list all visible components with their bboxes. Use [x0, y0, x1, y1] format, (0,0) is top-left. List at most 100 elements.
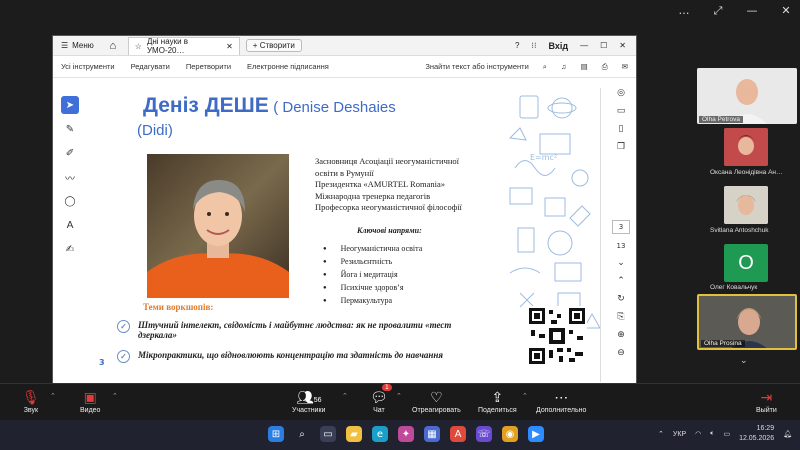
- save-icon[interactable]: ▤: [581, 62, 588, 71]
- home-icon[interactable]: ⌂: [102, 40, 124, 52]
- participant-name: Svitlana Antoshchuk: [710, 227, 769, 234]
- apps-icon[interactable]: ⁝⁝: [531, 41, 536, 50]
- email-icon[interactable]: ✉: [622, 62, 628, 71]
- participant-tile[interactable]: [724, 186, 768, 224]
- workshop-item-1: ✓ Штучний інтелект, свідомість і майбутн…: [117, 320, 467, 340]
- react-button[interactable]: ♡ Отреагировать: [412, 387, 461, 414]
- convert-menu[interactable]: Перетворити: [186, 62, 231, 71]
- minimize-icon[interactable]: —: [746, 4, 758, 18]
- meeting-window-controls: … ⤢ — ✕: [678, 4, 792, 18]
- close-icon[interactable]: ✕: [780, 4, 792, 18]
- start-windows-icon[interactable]: ⊞: [268, 426, 284, 442]
- slide-page: E=mc² √2 Деніз ДЕШЕ ( Denise Deshaies (D…: [87, 88, 601, 382]
- participant-name: Olha Prosina: [701, 340, 745, 347]
- all-tools-menu[interactable]: Усі інструменти: [61, 62, 115, 71]
- share-label: Поделиться: [478, 407, 517, 414]
- participants-label: Участники: [292, 407, 326, 414]
- tray-expand-icon[interactable]: ⌃: [658, 430, 664, 438]
- current-page-field[interactable]: 3: [612, 220, 630, 234]
- leave-button[interactable]: ⇥ Выйти: [756, 387, 777, 414]
- acrobat-icon[interactable]: A: [450, 426, 466, 442]
- select-cursor-icon[interactable]: ➤: [61, 96, 79, 114]
- restore-icon[interactable]: ⤢: [712, 4, 724, 18]
- direction-item: Психічне здоров’я: [323, 281, 422, 294]
- find-text-field[interactable]: Знайти текст або інструменти: [425, 62, 528, 71]
- participant-avatar: [724, 186, 768, 224]
- battery-icon[interactable]: ▭: [723, 430, 730, 438]
- participant-avatar: [724, 128, 768, 166]
- pdf-titlebar: ☰ Меню ⌂ ☆ Дні науки в УМО-20… ✕ + Створ…: [53, 36, 636, 56]
- tab-title: Дні науки в УМО-20…: [146, 37, 189, 55]
- speaker-photo: [147, 154, 289, 298]
- task-view-icon[interactable]: ▭: [320, 426, 336, 442]
- volume-icon[interactable]: 🔈︎: [710, 430, 714, 438]
- share-options-icon[interactable]: ⌃: [522, 392, 528, 400]
- search-icon[interactable]: ⌕: [294, 426, 310, 442]
- workshop-text: Штучний інтелект, свідомість і майбутнє …: [138, 320, 452, 340]
- window-close-icon[interactable]: ✕: [619, 41, 626, 50]
- new-tab-button[interactable]: + Створити: [245, 39, 302, 52]
- comment-icon[interactable]: ✎: [61, 120, 79, 138]
- edge-browser-icon[interactable]: e: [372, 426, 388, 442]
- text-box-icon[interactable]: A: [61, 216, 79, 234]
- viber-icon[interactable]: ☏: [476, 426, 492, 442]
- rotate-icon[interactable]: ↻: [617, 294, 625, 304]
- clock[interactable]: 16:29 12.05.2026: [739, 424, 774, 444]
- store-icon[interactable]: ▦: [424, 426, 440, 442]
- page-down-icon[interactable]: ⌄: [617, 258, 625, 268]
- highlight-icon[interactable]: ✐: [61, 144, 79, 162]
- copilot-icon[interactable]: ✦: [398, 426, 414, 442]
- key-directions-list: Неогуманістична освіта Резильєнтність Йо…: [323, 242, 423, 307]
- zoom-in-icon[interactable]: ⊕: [617, 330, 625, 340]
- lasso-icon[interactable]: ◯: [61, 192, 79, 210]
- star-icon[interactable]: ☆: [135, 42, 142, 51]
- language-indicator[interactable]: УКР: [673, 431, 686, 438]
- file-explorer-icon[interactable]: ▰: [346, 426, 362, 442]
- participants-options-icon[interactable]: ⌃: [342, 392, 348, 400]
- scroll-down-icon[interactable]: ⌄: [740, 356, 748, 366]
- print-icon[interactable]: ⎙: [602, 62, 608, 72]
- ai-assistant-icon[interactable]: ◎: [617, 88, 625, 98]
- wifi-icon[interactable]: ◠: [695, 430, 701, 438]
- help-icon[interactable]: ?: [515, 41, 519, 50]
- share-button[interactable]: ⇪ Поделиться: [478, 387, 517, 414]
- video-button[interactable]: ▣ Видео: [80, 387, 100, 414]
- document-tab[interactable]: ☆ Дні науки в УМО-20… ✕: [127, 36, 240, 55]
- audio-options-icon[interactable]: ⌃: [50, 392, 56, 400]
- chat-button[interactable]: 💬︎ Чат: [370, 387, 388, 414]
- page-up-icon[interactable]: ⌃: [617, 276, 625, 286]
- video-options-icon[interactable]: ⌃: [112, 392, 118, 400]
- tab-close-icon[interactable]: ✕: [226, 42, 233, 51]
- hamburger-icon: ☰: [61, 41, 69, 50]
- window-minimize-icon[interactable]: —: [580, 41, 588, 50]
- audio-button[interactable]: 🎙︎ Звук: [22, 387, 40, 414]
- bookmark-icon[interactable]: ▯: [619, 124, 624, 134]
- comments-panel-icon[interactable]: ▭: [617, 106, 626, 116]
- zoom-out-icon[interactable]: ⊖: [617, 348, 625, 358]
- participant-tile-featured-active[interactable]: Olha Prosina: [697, 294, 797, 350]
- draw-icon[interactable]: 〰: [61, 168, 79, 186]
- react-label: Отреагировать: [412, 407, 461, 414]
- read-aloud-icon[interactable]: ♫: [561, 62, 567, 71]
- participant-tile[interactable]: [724, 128, 768, 166]
- participant-tile-featured[interactable]: Olha Petrova: [697, 68, 797, 124]
- search-icon[interactable]: ⌕: [543, 62, 547, 72]
- check-circle-icon: ✓: [117, 350, 130, 363]
- pages-icon[interactable]: ❐: [617, 142, 625, 152]
- esign-menu[interactable]: Електронне підписання: [247, 62, 329, 71]
- signin-button[interactable]: Вхід: [549, 41, 569, 51]
- participants-button[interactable]: 👥︎56 Участники: [292, 387, 325, 414]
- chrome-icon[interactable]: ◉: [502, 426, 518, 442]
- sign-icon[interactable]: ✍: [61, 240, 79, 258]
- zoom-app-icon[interactable]: ▶: [528, 426, 544, 442]
- participant-tile[interactable]: О: [724, 244, 768, 282]
- extract-icon[interactable]: ⎘: [617, 312, 624, 322]
- speaker-name: Деніз ДЕШЕ ( Denise Deshaies: [143, 94, 396, 118]
- more-options-icon[interactable]: …: [678, 4, 690, 18]
- edit-menu[interactable]: Редагувати: [131, 62, 170, 71]
- more-button[interactable]: ⋯ Дополнительно: [536, 387, 586, 414]
- chat-options-icon[interactable]: ⌃: [396, 392, 402, 400]
- notifications-icon[interactable]: 🔔︎: [783, 430, 792, 438]
- menu-button[interactable]: ☰ Меню: [53, 41, 102, 50]
- window-maximize-icon[interactable]: ☐: [600, 41, 607, 50]
